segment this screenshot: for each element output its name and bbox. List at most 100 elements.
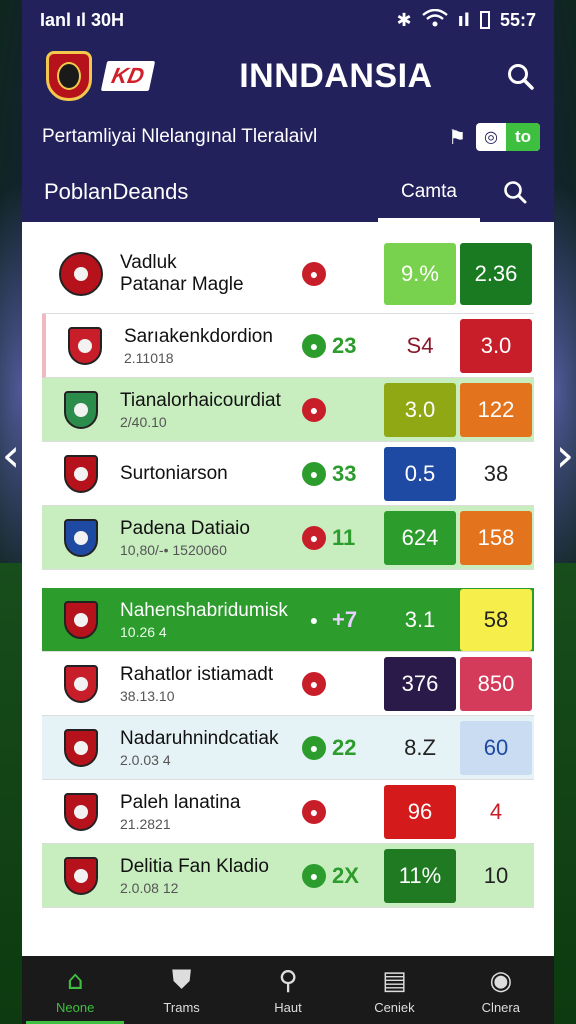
next-arrow-icon[interactable]: ›	[554, 430, 576, 480]
nav-item-clnera[interactable]: ◉ Clnera	[448, 956, 554, 1024]
team-badge	[42, 251, 120, 296]
odds-box-away[interactable]: 122	[460, 382, 532, 437]
match-date: 2.0.03 4	[120, 751, 171, 768]
search-icon	[504, 181, 527, 204]
mini-badge-icon: ●	[302, 461, 326, 486]
match-date: 21.2821	[120, 815, 171, 832]
coin-icon[interactable]: ◎	[476, 123, 506, 151]
mini-stat: ● 23	[302, 333, 382, 359]
shield-icon	[64, 856, 98, 895]
team-name: Tianalorhaicourdiat	[120, 389, 281, 411]
shield-icon	[59, 251, 103, 296]
flag-icon[interactable]: ⚑	[448, 125, 466, 150]
prev-arrow-icon[interactable]: ‹	[0, 430, 22, 480]
nav-item-neone[interactable]: ⌂ Neone	[22, 956, 128, 1024]
odds-box-home[interactable]: 9.%	[384, 242, 456, 305]
match-names: Delitia Fan Kladio 2.0.08 12	[120, 856, 302, 896]
team-name: Padena Datiaio	[120, 517, 250, 539]
app-header: Ianl ıl 30H ✱ ıl 55:7 KD INNDANSIA Perta…	[22, 0, 554, 222]
match-names: Paleh lanatina 21.2821	[120, 792, 302, 832]
shield-icon	[64, 664, 98, 703]
nav-label: Trams	[163, 1000, 200, 1015]
odds-box-away[interactable]: 3.0	[460, 318, 532, 373]
match-row[interactable]: Tianalorhaicourdiat 2/40.10 ● 3.0 122	[42, 378, 534, 442]
team-badge	[42, 792, 120, 831]
match-row[interactable]: Surtoniarson ● 33 0.5 38	[42, 442, 534, 506]
shield-icon	[64, 518, 98, 557]
clock-text: 55:7	[499, 9, 536, 30]
mini-value: +7	[332, 606, 358, 632]
odds-box-away[interactable]: 158	[460, 510, 532, 565]
match-names: Surtoniarson	[120, 463, 302, 485]
odds-box-away[interactable]: 38	[460, 447, 532, 501]
team-name: Rahatlor istiamadt	[120, 663, 274, 685]
match-names: Rahatlor istiamadt 38.13.10	[120, 664, 302, 704]
odds-box-away[interactable]: 10	[460, 849, 532, 903]
shield-icon	[64, 792, 98, 831]
team-icon: ⛊	[171, 965, 192, 995]
odds-box-home[interactable]: 8.Z	[384, 721, 456, 775]
search-icon: ⚲	[278, 965, 298, 996]
nav-item-trams[interactable]: ⛊ Trams	[128, 956, 234, 1024]
mini-badge-icon: ●	[302, 863, 326, 888]
wifi-icon	[421, 8, 448, 32]
odds-box-away[interactable]: 58	[460, 588, 532, 651]
team-name: Surtoniarson	[120, 462, 228, 484]
mini-badge-icon: ●	[302, 333, 326, 358]
filter-search-button[interactable]	[490, 172, 540, 212]
odds-box-home[interactable]: 3.0	[384, 382, 456, 437]
odds-box-away[interactable]: 2.36	[460, 242, 532, 305]
home-icon: ⌂	[66, 965, 84, 996]
nav-item-ceniek[interactable]: ▤ Ceniek	[341, 956, 447, 1024]
match-row[interactable]: Delitia Fan Kladio 2.0.08 12 ● 2X 11% 10	[42, 844, 534, 908]
team-name: Paleh lanatina	[120, 791, 241, 813]
match-row[interactable]: Nadaruhnindcatiak 2.0.03 4 ● 22 8.Z 60	[42, 716, 534, 780]
odds-box-home[interactable]: 0.5	[384, 446, 456, 501]
tab-active[interactable]: Camta	[378, 162, 480, 222]
bottom-nav: ⌂ Neone ⛊ Trams ⚲ Haut ▤ Ceniek ◉ Clnera	[22, 956, 554, 1024]
mini-badge-icon: ●	[302, 671, 326, 696]
odds-box-away[interactable]: 60	[460, 720, 532, 775]
app-window: Ianl ıl 30H ✱ ıl 55:7 KD INNDANSIA Perta…	[22, 0, 554, 1024]
odds-box-home[interactable]: 624	[384, 510, 456, 565]
odds-box-home[interactable]: 11%	[384, 848, 456, 903]
page-title: INNDANSIA	[239, 56, 433, 95]
odds-box-home[interactable]: 96	[384, 784, 456, 839]
nav-item-haut[interactable]: ⚲ Haut	[235, 956, 341, 1024]
odds-box-away[interactable]: 850	[460, 656, 532, 711]
club-logo[interactable]	[46, 51, 92, 101]
match-row[interactable]: Rahatlor istiamadt 38.13.10 ● 376 850	[42, 652, 534, 716]
status-bar: Ianl ıl 30H ✱ ıl 55:7	[22, 0, 554, 40]
mini-stat: ● +7	[302, 607, 382, 633]
view-toggle[interactable]: ◎ to	[476, 123, 540, 151]
team-badge	[42, 664, 120, 703]
match-row[interactable]: Vadluk Patanar Magle ● 9.% 2.36	[42, 234, 534, 314]
odds-box-home[interactable]: 376	[384, 656, 456, 711]
team-name: Nadaruhnindcatiak	[120, 727, 279, 749]
nav-label: Clnera	[481, 999, 520, 1015]
match-row[interactable]: Padena Datiaio 10,80/-• 1520060 ● 11 624 158	[42, 506, 534, 570]
match-row[interactable]: Nahenshabridumisk 10.26 4 ● +7 3.1 58	[42, 588, 534, 652]
team-name: Vadluk	[120, 251, 177, 273]
match-names: Nahenshabridumisk 10.26 4	[120, 600, 302, 640]
match-row[interactable]: Sarıakenkdordion 2.11018 ● 23 S4 3.0	[42, 314, 534, 378]
odds-box-home[interactable]: 3.1	[384, 589, 456, 651]
odds-box-home[interactable]: S4	[384, 319, 456, 373]
toggle-right[interactable]: to	[506, 123, 540, 151]
match-date: 10,80/-• 1520060	[120, 541, 227, 558]
search-button[interactable]	[500, 56, 540, 96]
calendar-icon: ▤	[382, 965, 407, 996]
brand-logo: KD	[100, 61, 155, 91]
mini-stat: ●	[302, 671, 382, 696]
team-badge	[42, 856, 120, 895]
team-name-2: Patanar Magle	[120, 273, 244, 295]
match-date: 2.0.08 12	[120, 879, 179, 896]
match-date: 10.26 4	[120, 623, 167, 640]
team-name: Sarıakenkdordion	[124, 325, 273, 347]
odds-box-away[interactable]: 4	[460, 785, 532, 839]
team-name: Delitia Fan Kladio	[120, 855, 269, 877]
match-row[interactable]: Paleh lanatina 21.2821 ● 96 4	[42, 780, 534, 844]
mini-value: 2X	[332, 862, 359, 888]
team-badge	[42, 518, 120, 557]
section-title: PoblanDeands	[44, 179, 189, 204]
